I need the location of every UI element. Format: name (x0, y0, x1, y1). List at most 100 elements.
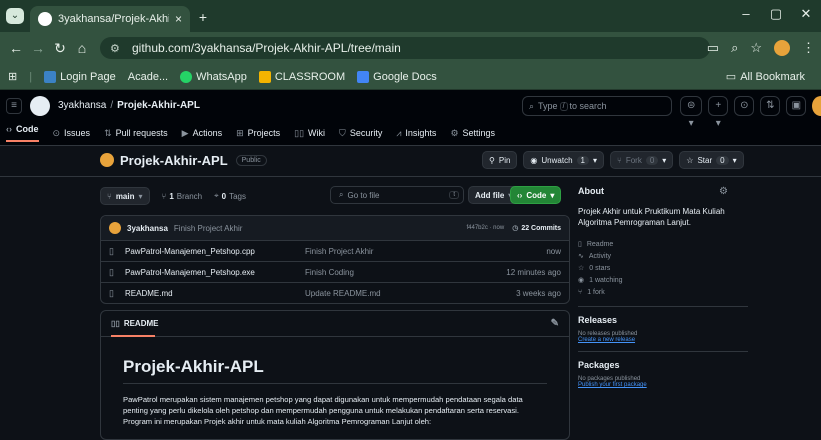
star-button[interactable]: ☆ Star 0 ▾ (679, 151, 744, 169)
file-name[interactable]: README.md (125, 289, 305, 298)
tab-actions[interactable]: ▶ Actions (182, 124, 222, 142)
code-button[interactable]: ‹› Code ▾ (510, 186, 562, 204)
branch-selector[interactable]: ⑂ main ▾ (100, 187, 150, 205)
tab-projects[interactable]: ⊞ Projects (236, 124, 280, 142)
bookmarks-bar: ⊞ | Login Page Acade... WhatsApp CLASSRO… (0, 64, 821, 90)
search-icon: ⌕ (529, 100, 535, 111)
visibility-badge: Public (235, 154, 267, 166)
about-settings-gear-icon[interactable]: ⚙ (719, 186, 728, 197)
tab-issues[interactable]: ⊙ Issues (53, 124, 91, 142)
file-name[interactable]: PawPatrol-Manajemen_Petshop.cpp (125, 247, 305, 256)
watching-link[interactable]: ◉ 1 watching (578, 274, 748, 286)
edit-pencil-icon[interactable]: ✎ (551, 318, 559, 329)
repo-name[interactable]: Projek-Akhir-APL (120, 153, 228, 168)
tab-insights[interactable]: ⩘ Insights (396, 124, 436, 142)
github-favicon-icon (38, 12, 52, 26)
branch-icon: ⑂ (161, 191, 167, 201)
minimize-icon[interactable]: – (731, 6, 761, 22)
cast-icon[interactable]: ▭ (707, 40, 719, 56)
file-commit-message[interactable]: Finish Project Akhir (305, 247, 465, 256)
tab-code[interactable]: ‹› Code (6, 124, 39, 142)
global-search-input[interactable]: ⌕ Type / to search (522, 96, 672, 116)
table-row[interactable]: ▯ PawPatrol-Manajemen_Petshop.cpp Finish… (101, 240, 569, 261)
pin-button[interactable]: ⚲ Pin (482, 151, 518, 169)
menu-dots-icon[interactable]: ⋮ (802, 40, 815, 56)
tab-search-button[interactable]: ⌄ (6, 8, 24, 24)
create-release-link[interactable]: Create a new release (578, 337, 748, 343)
file-commit-message[interactable]: Update README.md (305, 289, 465, 298)
file-time: 3 weeks ago (516, 288, 561, 298)
home-icon[interactable]: ⌂ (74, 40, 90, 56)
profile-icon[interactable] (774, 40, 790, 56)
commit-author[interactable]: 3yakhansa (127, 224, 168, 233)
close-tab-icon[interactable]: × (175, 12, 182, 26)
github-logo-icon[interactable] (30, 96, 50, 116)
file-name[interactable]: PawPatrol-Manajemen_Petshop.exe (125, 268, 305, 277)
file-toolbar: ⑂ main ▾ ⑂ 1 Branch ⌖ 0 Tags ⌕ Go to file t Add … (100, 186, 570, 206)
tab-pull-requests[interactable]: ⇅ Pull requests (104, 124, 168, 142)
bookmark-login-page[interactable]: Login Page (44, 70, 116, 83)
pull-requests-icon[interactable]: ⇅ (760, 96, 781, 116)
activity-link[interactable]: ∿ Activity (578, 250, 748, 262)
releases-heading[interactable]: Releases (578, 315, 748, 325)
tab-security[interactable]: ⛉ Security (339, 124, 382, 142)
divider (0, 176, 821, 177)
forward-icon[interactable]: → (30, 40, 46, 56)
zoom-icon[interactable]: ⌕ (731, 40, 738, 56)
copilot-icon[interactable]: ⊜ ▾ (680, 96, 703, 129)
commit-message[interactable]: Finish Project Akhir (174, 224, 242, 233)
table-row[interactable]: ▯ README.md Update README.md 3 weeks ago (101, 282, 569, 303)
file-time: now (546, 246, 561, 256)
graph-icon: ⩘ (396, 127, 402, 138)
inbox-icon[interactable]: ▣ (786, 96, 807, 116)
readme-panel: ▯▯ README ✎ Projek-Akhir-APL PawPatrol m… (100, 310, 570, 440)
create-new-icon[interactable]: + ▾ (708, 96, 729, 129)
breadcrumb-owner[interactable]: 3yakhansa (58, 100, 106, 111)
repo-nav: ‹› Code ⊙ Issues ⇅ Pull requests ▶ Actions ⊞… (6, 124, 495, 142)
commits-link[interactable]: ◷ 22 Commits (512, 224, 561, 233)
unwatch-button[interactable]: ◉ Unwatch 1 ▾ (523, 151, 604, 169)
tags-link[interactable]: ⌖ 0 Tags (214, 191, 246, 201)
hamburger-menu-icon[interactable]: ≡ (6, 98, 22, 114)
commit-sha[interactable]: f447b2c · now (467, 225, 505, 231)
back-icon[interactable]: ← (8, 40, 24, 56)
browser-tabstrip: ⌄ 3yakhansa/Projek-Akhir-APL: P × + – ▢ … (0, 0, 821, 32)
commit-author-avatar (109, 222, 121, 234)
tab-settings[interactable]: ⚙ Settings (450, 124, 495, 142)
packages-heading[interactable]: Packages (578, 360, 748, 370)
breadcrumb-repo[interactable]: Projek-Akhir-APL (117, 100, 200, 111)
bookmark-star-icon[interactable]: ☆ (750, 40, 762, 56)
readme-link[interactable]: ▯ Readme (578, 238, 748, 250)
address-bar[interactable]: ⚙ github.com/3yakhansa/Projek-Akhir-APL/… (100, 37, 710, 59)
all-bookmarks[interactable]: ▭ All Bookmark (726, 70, 805, 84)
table-row[interactable]: ▯ PawPatrol-Manajemen_Petshop.exe Finish… (101, 261, 569, 282)
bookmark-whatsapp[interactable]: WhatsApp (180, 70, 247, 83)
close-window-icon[interactable]: ✕ (791, 6, 821, 22)
bookmark-google-docs[interactable]: Google Docs (357, 70, 437, 83)
user-avatar[interactable] (812, 96, 821, 116)
file-icon: ▯ (109, 266, 114, 277)
site-info-icon[interactable]: ⚙ (110, 42, 124, 55)
bookmark-classroom[interactable]: CLASSROOM (258, 70, 345, 83)
readme-tab[interactable]: README (124, 319, 159, 328)
readme-body: PawPatrol merupakan sistem manajemen pet… (123, 395, 523, 426)
new-tab-button[interactable]: + (196, 10, 210, 24)
issues-icon[interactable]: ⊙ (734, 96, 755, 116)
latest-commit: 3yakhansa Finish Project Akhir f447b2c ·… (101, 216, 569, 240)
restore-icon[interactable]: ▢ (761, 6, 791, 22)
bookmark-acade[interactable]: Acade... (128, 71, 168, 83)
tab-wiki[interactable]: ▯▯ Wiki (294, 124, 325, 142)
forks-link[interactable]: ⑂ 1 fork (578, 286, 748, 298)
stars-link[interactable]: ☆ 0 stars (578, 262, 748, 274)
go-to-file-input[interactable]: ⌕ Go to file t (330, 186, 464, 204)
browser-tab[interactable]: 3yakhansa/Projek-Akhir-APL: P × (30, 6, 190, 32)
branches-link[interactable]: ⑂ 1 Branch (162, 192, 203, 201)
divider (578, 306, 748, 307)
fork-button[interactable]: ⑂ Fork 0 ▾ (610, 151, 674, 169)
reload-icon[interactable]: ↻ (52, 40, 68, 56)
apps-icon[interactable]: ⊞ (8, 70, 17, 83)
publish-package-link[interactable]: Publish your first package (578, 382, 748, 388)
search-icon: ⌕ (339, 190, 344, 199)
file-commit-message[interactable]: Finish Coding (305, 268, 465, 277)
eye-icon: ◉ (578, 277, 585, 284)
